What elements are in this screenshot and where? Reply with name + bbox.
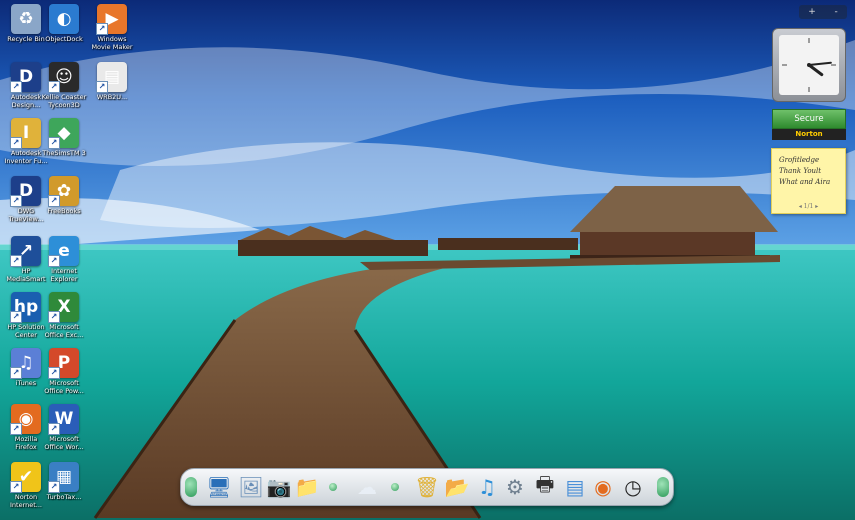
- norton-brand: Norton: [772, 129, 846, 140]
- norton-gadget[interactable]: Secure Norton: [772, 109, 846, 141]
- sticky-note-text[interactable]: Grofitledge Thank Yoult What and Aira: [772, 149, 845, 188]
- sticky-note-pager: ◂ 1/1 ▸: [772, 203, 845, 210]
- clock-gadget[interactable]: [772, 28, 846, 102]
- desktop-shortcut-label: Microsoft Office Exc...: [44, 323, 84, 339]
- desktop-shortcut[interactable]: W ↗ Microsoft Office Wor...: [36, 404, 92, 451]
- clock-icon[interactable]: ◷: [619, 473, 647, 501]
- desktop-shortcut[interactable]: ✿ ↗ FreeBooks: [36, 176, 92, 216]
- desktop-shortcut[interactable]: ▶ ↗ Windows Movie Maker: [84, 4, 140, 51]
- clock-hands: [782, 38, 836, 92]
- shortcut-arrow-icon: ↗: [48, 367, 60, 379]
- clock-minute-hand: [808, 61, 832, 66]
- word-icon: W ↗: [48, 404, 79, 435]
- firefox-icon[interactable]: ◉: [589, 473, 617, 501]
- video-file-icon: ▤ ↗: [96, 62, 127, 93]
- sticky-note-gadget[interactable]: Grofitledge Thank Yoult What and Aira ◂ …: [771, 148, 846, 214]
- shortcut-arrow-icon: ↗: [48, 423, 60, 435]
- desktop-shortcut[interactable]: P ↗ Microsoft Office Pow...: [36, 348, 92, 395]
- shortcut-arrow-icon: ↗: [48, 255, 60, 267]
- shortcut-arrow-icon: ↗: [96, 23, 108, 35]
- desktop-shortcut-label: Microsoft Office Pow...: [44, 379, 84, 395]
- dock-separator-dot: [391, 483, 399, 491]
- program-files-icon[interactable]: 📁: [293, 473, 321, 501]
- shortcut-arrow-icon: ↗: [48, 137, 60, 149]
- shortcut-arrow-icon: ↗: [10, 423, 22, 435]
- shortcut-arrow-icon: ↗: [96, 81, 108, 93]
- dock-separator-dot: [329, 483, 337, 491]
- shortcut-arrow-icon: ↗: [10, 137, 22, 149]
- shortcut-arrow-icon: ↗: [10, 481, 22, 493]
- desktop-shortcut-label: Microsoft Office Wor...: [44, 435, 84, 451]
- settings-icon[interactable]: ⚙: [501, 473, 529, 501]
- coaster-tycoon-icon: ☺ ↗: [48, 62, 79, 93]
- objectdock-bar: 🖥 🖼 📷 📁 ☁ 🗑 📂 ♫ ⚙ 🖶 ▤ ◉ ◷: [180, 468, 674, 506]
- music-icon[interactable]: ♫: [473, 473, 501, 501]
- desktop-shortcut-label: TheSimsTM 3: [42, 149, 86, 157]
- desktop-shortcut-label: FreeBooks: [47, 207, 81, 215]
- desktop-shortcut[interactable]: e ↗ Internet Explorer: [36, 236, 92, 283]
- desktop-shortcut[interactable]: ◆ ↗ TheSimsTM 3: [36, 118, 92, 158]
- pineapple-icon: ✿ ↗: [48, 176, 79, 207]
- shortcut-arrow-icon: ↗: [10, 311, 22, 323]
- next-note-icon[interactable]: ▸: [813, 203, 818, 210]
- shortcut-arrow-icon: ↗: [10, 255, 22, 267]
- documents-folder-icon[interactable]: 📂: [443, 473, 471, 501]
- clock-face: [779, 35, 839, 95]
- shortcut-arrow-icon: ↗: [48, 195, 60, 207]
- clock-hour-hand: [807, 63, 824, 77]
- desktop-shortcut-label: TurboTax...: [46, 493, 82, 501]
- sims3-icon: ◆ ↗: [48, 118, 79, 149]
- desktop-shortcut[interactable]: X ↗ Microsoft Office Exc...: [36, 292, 92, 339]
- dock-left-cap: [185, 477, 197, 497]
- shortcut-arrow-icon: ↗: [10, 367, 22, 379]
- shortcut-arrow-icon: ↗: [10, 81, 22, 93]
- desktop-shortcut[interactable]: ▤ ↗ WRB2U...: [84, 62, 140, 102]
- desktop-shortcut-label: Internet Explorer: [50, 267, 78, 283]
- movie-maker-icon: ▶ ↗: [96, 4, 127, 35]
- printer-icon[interactable]: 🖶: [531, 472, 559, 501]
- computer-icon[interactable]: 🖥: [205, 473, 233, 501]
- desktop-shortcut-label: WRB2U...: [96, 93, 128, 101]
- control-panel-icon[interactable]: ▤: [561, 473, 589, 501]
- gadget-toolbar: + -: [799, 5, 847, 19]
- desktop-shortcut-label: Windows Movie Maker: [91, 35, 133, 51]
- recycle-bin-icon[interactable]: 🗑: [413, 473, 441, 501]
- pictures-icon[interactable]: 🖼: [237, 473, 265, 501]
- shortcut-arrow-icon: ↗: [48, 81, 60, 93]
- weather-icon[interactable]: ☁: [353, 473, 381, 501]
- turbotax-icon: ▦ ↗: [48, 462, 79, 493]
- shortcut-arrow-icon: ↗: [10, 195, 22, 207]
- norton-status: Secure: [772, 109, 846, 129]
- note-page-count: 1/1: [803, 203, 814, 210]
- remove-gadget-button[interactable]: -: [834, 7, 837, 17]
- add-gadget-button[interactable]: +: [808, 7, 816, 17]
- objectdock-icon: ◐: [49, 4, 79, 34]
- internet-explorer-icon: e ↗: [48, 236, 79, 267]
- excel-icon: X ↗: [48, 292, 79, 323]
- desktop-shortcut[interactable]: ▦ ↗ TurboTax...: [36, 462, 92, 502]
- shortcut-arrow-icon: ↗: [48, 311, 60, 323]
- dock-right-cap: [657, 477, 669, 497]
- camera-icon[interactable]: 📷: [265, 473, 293, 501]
- shortcut-arrow-icon: ↗: [48, 481, 60, 493]
- powerpoint-icon: P ↗: [48, 348, 79, 379]
